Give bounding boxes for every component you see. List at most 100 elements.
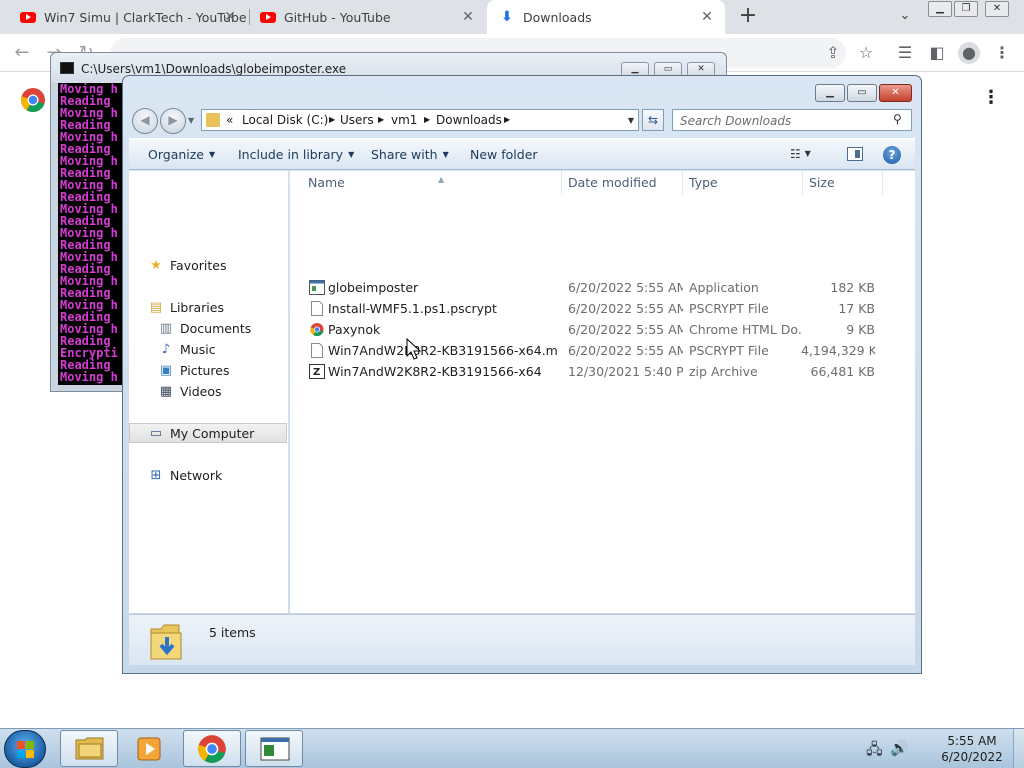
start-button[interactable] [4,730,46,768]
nav-documents[interactable]: ▥ Documents [129,318,287,338]
nav-network[interactable]: ⊞ Network [129,465,287,485]
file-date: 6/20/2022 5:55 AM [568,343,683,358]
windows-logo-icon [17,741,25,749]
bookmark-star-icon[interactable]: ☆ [855,42,877,64]
nav-videos[interactable]: ▦ Videos [129,381,287,401]
pictures-icon: ▣ [159,362,173,378]
close-tab-icon[interactable]: ✕ [699,9,715,25]
console-app-icon [260,737,290,761]
refresh-icon[interactable]: ⇆ [642,109,664,131]
column-header-name[interactable]: Name ▲ [302,171,562,195]
nav-label: Documents [180,320,252,336]
file-name: Install-WMF5.1.ps1.pscrypt [328,301,497,316]
volume-tray-icon[interactable]: 🔊 [890,739,909,757]
close-tab-icon[interactable]: ✕ [222,9,238,25]
browser-tab-strip: Win7 Simu | ClarkTech - YouTube ✕ GitHub… [0,0,1024,34]
chrome-icon [198,735,226,763]
taskbar-console-button[interactable] [245,730,303,767]
column-header-date-modified[interactable]: Date modified [562,171,683,195]
youtube-icon [260,9,276,25]
more-actions-icon[interactable]: ⋮ [982,88,1000,110]
explorer-address-bar[interactable]: « Local Disk (C:) ▶ Users ▶ vm1 ▶ Downlo… [201,109,639,131]
breadcrumb-overflow[interactable]: « [226,113,233,127]
taskbar-chrome-button[interactable] [183,730,241,767]
new-folder-button[interactable]: New folder [470,147,538,162]
file-name: Win7AndW2K8R2-KB3191566-x64 [328,364,542,379]
share-with-button[interactable]: Share with ▼ [371,147,449,162]
tab-github[interactable]: GitHub - YouTube ✕ [250,0,488,34]
tab-win7-simu[interactable]: Win7 Simu | ClarkTech - YouTube ✕ [8,0,250,34]
sort-ascending-icon: ▲ [438,175,445,184]
star-icon: ★ [150,257,162,273]
help-icon[interactable]: ? [883,146,901,164]
breadcrumb-users[interactable]: Users [340,113,374,127]
address-dropdown-icon[interactable]: ▼ [628,116,634,125]
reading-list-icon[interactable]: ☰ [894,42,916,64]
file-size: 182 KB [830,280,875,295]
nav-pictures[interactable]: ▣ Pictures [129,360,287,380]
taskbar-explorer-button[interactable] [60,730,118,767]
file-row[interactable]: Paxynok 6/20/2022 5:55 AM Chrome HTML Do… [290,319,915,340]
breadcrumb-vm1[interactable]: vm1 [391,113,417,127]
maximize-icon[interactable]: ▭ [847,84,877,102]
file-icon [311,343,323,358]
media-player-icon [137,737,161,761]
file-date: 6/20/2022 5:55 AM [568,322,683,337]
file-row[interactable]: Z Win7AndW2K8R2-KB3191566-x64 12/30/2021… [290,361,915,382]
new-tab-button[interactable]: + [737,5,759,28]
search-input[interactable]: Search Downloads ⚲ [672,109,912,131]
breadcrumb-arrow-icon[interactable]: ▶ [504,115,510,124]
nav-favorites[interactable]: ★ Favorites [129,255,287,275]
breadcrumb-arrow-icon[interactable]: ▶ [378,115,384,124]
tab-title: Win7 Simu | ClarkTech - YouTube [44,9,247,25]
preview-pane-icon[interactable] [847,147,863,161]
breadcrumb-downloads[interactable]: Downloads [436,113,502,127]
nav-my-computer[interactable]: ▭ My Computer [129,423,287,443]
chrome-menu-icon[interactable]: ⋮ [991,42,1013,64]
nav-music[interactable]: ♪ Music [129,339,287,359]
nav-label: Favorites [170,257,227,273]
close-icon[interactable]: ✕ [879,84,912,102]
file-date: 6/20/2022 5:55 AM [568,280,683,295]
side-panel-icon[interactable]: ◧ [926,42,948,64]
nav-libraries[interactable]: ▤ Libraries [129,297,287,317]
breadcrumb-arrow-icon[interactable]: ▶ [329,115,335,124]
restore-icon[interactable]: ❐ [954,1,978,17]
show-desktop-button[interactable] [1013,729,1024,768]
organize-button[interactable]: Organize ▼ [148,147,215,162]
tab-search-icon[interactable]: ⌄ [896,8,914,26]
breadcrumb-arrow-icon[interactable]: ▶ [424,115,430,124]
tab-downloads[interactable]: ⬇ Downloads ✕ [487,0,725,34]
view-options-icon[interactable]: ☷ ▼ [790,147,811,161]
file-row[interactable]: Win7AndW2K8R2-KB3191566-x64.msu.ps... 6/… [290,340,915,361]
tab-title: Downloads [523,9,592,25]
forward-button[interactable] [160,108,186,134]
file-icon [311,301,323,316]
column-header-size[interactable]: Size [803,171,883,195]
network-tray-icon[interactable]: 🖧 [866,739,883,764]
nav-label: Videos [180,383,222,399]
chrome-logo-icon [21,88,45,113]
profile-avatar-icon[interactable]: ● [958,42,980,64]
recent-pages-dropdown-icon[interactable]: ▼ [188,116,194,125]
minimize-icon[interactable]: ▁ [815,84,845,102]
file-row[interactable]: Install-WMF5.1.ps1.pscrypt 6/20/2022 5:5… [290,298,915,319]
breadcrumb-local-disk[interactable]: Local Disk (C:) [242,113,328,127]
search-icon[interactable]: ⚲ [893,112,907,126]
back-arrow-icon[interactable]: ← [10,41,34,65]
close-icon[interactable]: ✕ [985,1,1009,17]
file-size: 9 KB [846,322,875,337]
minimize-icon[interactable]: ▁ [928,1,952,17]
share-icon[interactable]: ⇪ [822,42,844,64]
documents-icon: ▥ [159,320,173,336]
close-tab-icon[interactable]: ✕ [460,9,476,25]
file-list: Name ▲ Date modified Type Size globeimpos… [290,171,915,613]
taskbar-media-player-button[interactable] [121,730,179,767]
explorer-window[interactable]: ▁ ▭ ✕ ▼ « Local Disk (C:) ▶ Users ▶ vm1 … [122,75,922,674]
file-name: globeimposter [328,280,419,295]
include-in-library-button[interactable]: Include in library ▼ [238,147,354,162]
file-row[interactable]: globeimposter 6/20/2022 5:55 AM Applicat… [290,277,915,298]
taskbar-clock[interactable]: 5:55 AM 6/20/2022 [936,733,1008,765]
column-header-type[interactable]: Type [683,171,803,195]
back-button[interactable] [132,108,158,134]
